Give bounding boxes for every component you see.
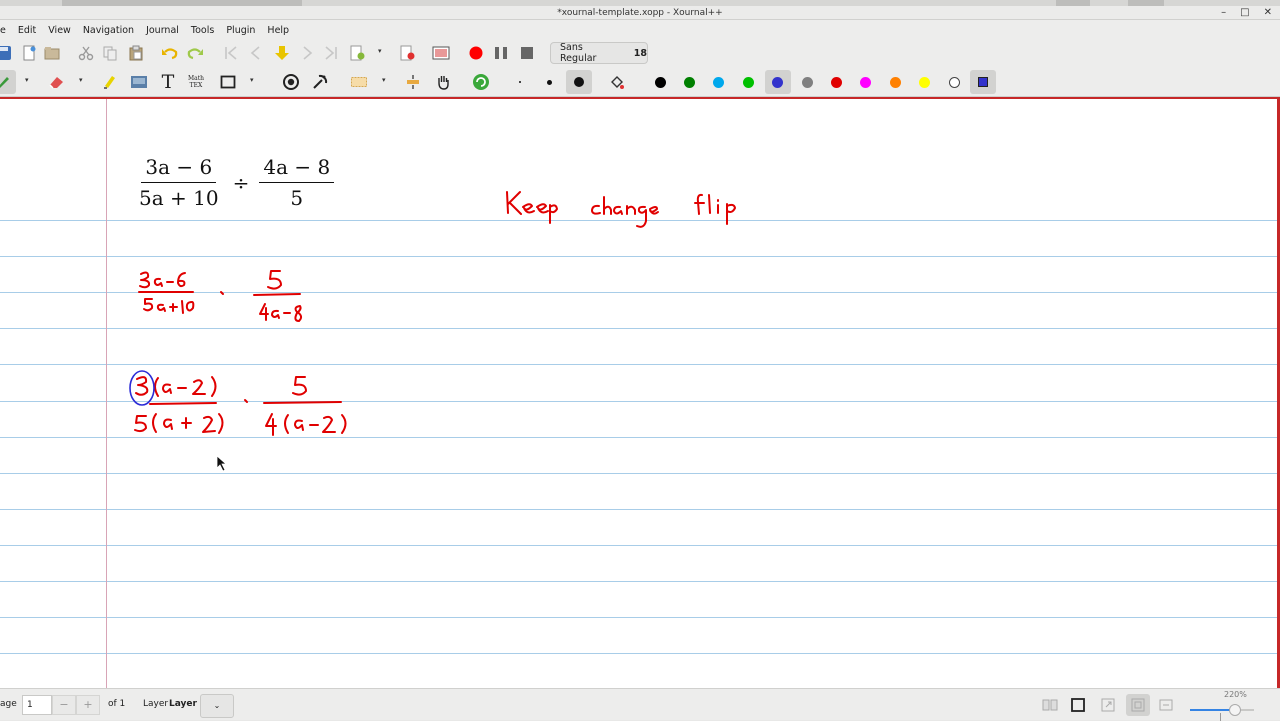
record-icon[interactable] xyxy=(466,43,486,63)
pen-icon[interactable] xyxy=(0,70,16,94)
color-swatch[interactable] xyxy=(915,72,935,92)
highlighter-icon[interactable] xyxy=(99,72,119,92)
insert-page-icon[interactable] xyxy=(347,43,367,63)
shape-rectangle-icon[interactable] xyxy=(218,72,238,92)
zoom-fit-button[interactable] xyxy=(1126,694,1150,716)
undo-icon[interactable] xyxy=(160,43,180,63)
window-title: *xournal-template.xopp - Xournal++ xyxy=(557,8,723,18)
page-label: age xyxy=(0,699,17,709)
layer-label: Layer xyxy=(143,699,169,709)
image-icon[interactable] xyxy=(129,72,149,92)
zoom-slider-fill xyxy=(1190,709,1234,711)
ink-strokes xyxy=(129,191,736,472)
color-swatch[interactable] xyxy=(650,72,670,92)
page-count: of 1 xyxy=(108,699,126,709)
maximize-icon[interactable]: □ xyxy=(1240,6,1249,20)
eraser-icon[interactable] xyxy=(47,72,67,92)
cut-icon[interactable] xyxy=(76,43,96,63)
latex-label-top: Math xyxy=(188,75,204,82)
shape-recognizer-icon[interactable] xyxy=(310,72,330,92)
mouse-cursor-icon xyxy=(216,455,228,472)
zoom-slider-handle[interactable] xyxy=(1229,704,1241,716)
chevron-down-icon[interactable]: ▾ xyxy=(25,76,29,84)
chevron-down-icon[interactable]: ▾ xyxy=(378,47,382,55)
new-page-icon[interactable] xyxy=(19,43,39,63)
menu-navigation[interactable]: Navigation xyxy=(77,25,140,36)
color-swatch[interactable] xyxy=(738,72,758,92)
size-fine-icon[interactable] xyxy=(510,72,530,92)
zoom-level: 220% xyxy=(1224,690,1247,699)
font-size: 18 xyxy=(633,47,647,59)
pairs-view-icon[interactable] xyxy=(1042,697,1058,713)
presentation-icon[interactable] xyxy=(431,43,451,63)
hand-icon[interactable] xyxy=(433,72,453,92)
color-swatch[interactable] xyxy=(709,72,729,92)
menu-plugin[interactable]: Plugin xyxy=(220,25,261,36)
fullscreen-icon[interactable] xyxy=(1100,697,1116,713)
menu-view[interactable]: View xyxy=(42,25,77,36)
fill-bucket-icon[interactable] xyxy=(607,72,627,92)
minimize-icon[interactable]: – xyxy=(1221,6,1226,20)
page-number-input[interactable]: 1 xyxy=(22,695,52,715)
latex-tool-icon[interactable]: Math TEX xyxy=(186,72,206,92)
close-icon[interactable]: ✕ xyxy=(1264,6,1272,20)
chevron-down-icon[interactable]: ▾ xyxy=(382,76,386,84)
record-dot xyxy=(469,46,483,60)
font-name: Sans Regular xyxy=(560,42,597,64)
single-page-view-icon[interactable] xyxy=(1070,697,1086,713)
title-bar: *xournal-template.xopp - Xournal++ – □ ✕ xyxy=(0,6,1280,20)
chevron-down-icon[interactable]: ▾ xyxy=(79,76,83,84)
stop-icon[interactable] xyxy=(517,43,537,63)
size-medium-icon[interactable] xyxy=(539,72,559,92)
color-swatch[interactable] xyxy=(856,72,876,92)
zoom-out-icon[interactable] xyxy=(1158,697,1174,713)
play-object-icon[interactable] xyxy=(471,72,491,92)
drawing-toolbar: ▾ ▾ T Math TEX ▾ ▾ xyxy=(0,67,1280,97)
open-folder-icon[interactable] xyxy=(42,43,62,63)
vertical-space-icon[interactable] xyxy=(403,72,423,92)
font-selector-button[interactable]: Sans Regular 18 xyxy=(550,42,648,64)
page-canvas[interactable]: 3a − 6 5a + 10 ÷ 4a − 8 5 xyxy=(0,97,1280,688)
color-swatch[interactable] xyxy=(944,72,964,92)
ruler-snap-icon[interactable] xyxy=(281,72,301,92)
menu-edit[interactable]: Edit xyxy=(12,25,42,36)
chevron-down-icon[interactable]: ▾ xyxy=(250,76,254,84)
color-swatch[interactable] xyxy=(885,72,905,92)
circled-factor xyxy=(129,370,155,406)
color-swatch[interactable] xyxy=(764,70,791,94)
pause-icon[interactable] xyxy=(491,43,511,63)
save-icon[interactable] xyxy=(0,43,14,63)
page-decrement-button[interactable]: − xyxy=(52,695,76,715)
text-tool-icon[interactable]: T xyxy=(158,71,178,93)
goto-page-icon[interactable] xyxy=(272,43,292,63)
redo-icon[interactable] xyxy=(185,43,205,63)
previous-page-icon[interactable] xyxy=(246,43,266,63)
page-increment-button[interactable]: + xyxy=(76,695,100,715)
color-swatch[interactable] xyxy=(679,72,699,92)
ink-note-keep-change-flip xyxy=(506,191,736,228)
size-thick-icon[interactable] xyxy=(566,70,592,94)
last-page-icon[interactable] xyxy=(321,43,341,63)
layer-dropdown[interactable]: ⌄ xyxy=(200,694,234,718)
paste-icon[interactable] xyxy=(126,43,146,63)
custom-color-button[interactable] xyxy=(970,70,997,94)
menu-help[interactable]: Help xyxy=(261,25,295,36)
latex-label-bottom: TEX xyxy=(189,82,203,89)
next-page-icon[interactable] xyxy=(297,43,317,63)
menu-file[interactable]: e xyxy=(0,25,12,36)
status-bar: age 1 − + of 1 Layer Layer 1 ⌄ 220% xyxy=(0,688,1280,721)
menu-tools[interactable]: Tools xyxy=(185,25,220,36)
select-rectangle-icon[interactable] xyxy=(349,72,369,92)
color-swatch[interactable] xyxy=(797,72,817,92)
delete-page-icon[interactable] xyxy=(397,43,417,63)
main-toolbar: ▾ Sans Regular 18 xyxy=(0,38,1280,68)
ink-step-two xyxy=(138,270,303,322)
menu-bar: e Edit View Navigation Journal Tools Plu… xyxy=(0,20,1280,40)
first-page-icon[interactable] xyxy=(221,43,241,63)
menu-journal[interactable]: Journal xyxy=(140,25,185,36)
ink-step-three xyxy=(134,376,347,436)
color-swatch[interactable] xyxy=(826,72,846,92)
copy-icon[interactable] xyxy=(100,43,120,63)
